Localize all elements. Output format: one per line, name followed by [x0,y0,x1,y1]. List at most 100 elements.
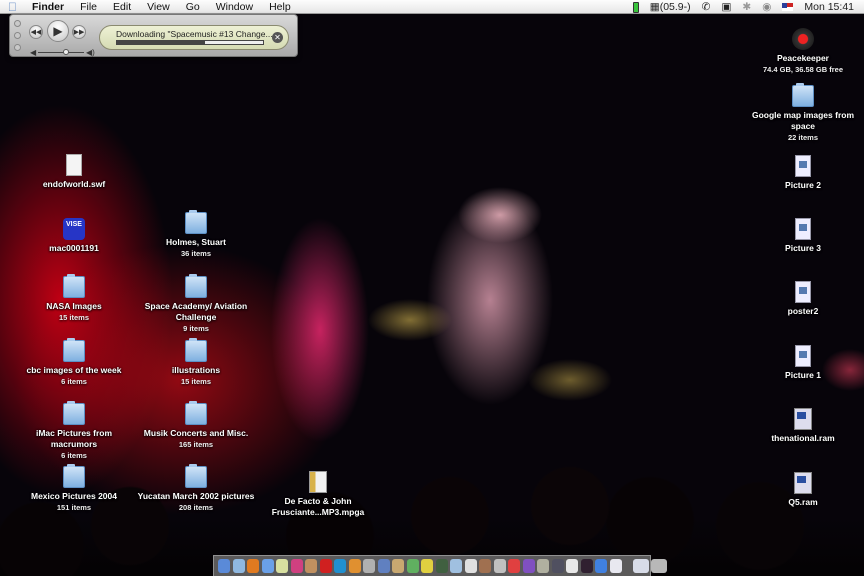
desktop-icon[interactable]: De Facto & John Frusciante...MP3.mpga [258,471,378,518]
photo-icon[interactable] [290,559,303,573]
mail-icon[interactable] [305,559,317,573]
desktop-icon[interactable]: NASA Images 15 items [14,274,134,323]
status-menu[interactable]: ▦(05.9-) [650,1,691,13]
icon-info: 165 items [178,440,214,449]
icon-info: 36 items [180,249,212,258]
app-blue-icon[interactable] [334,559,346,573]
icon-label: endofworld.swf [42,179,106,189]
desktop-icon[interactable]: poster2 [743,281,863,317]
phone-icon[interactable]: ✆ [702,1,711,13]
desktop-icon[interactable]: Picture 3 [743,218,863,254]
desktop-icon[interactable]: Space Academy/ Aviation Challenge 9 items [136,274,256,334]
app-white-icon[interactable] [464,559,477,573]
bluetooth-icon[interactable]: ✱ [742,1,751,13]
icon-label: Space Academy/ Aviation Challenge [144,301,248,322]
menu-window[interactable]: Window [208,0,261,14]
zoom-window-button[interactable] [14,44,21,51]
document-icon[interactable] [632,559,649,573]
app-red-icon[interactable] [319,559,332,573]
menu-app-finder[interactable]: Finder [24,0,72,14]
folder-icon [185,274,207,298]
itunes-mini-player[interactable]: ◀◀ ▶ ▶▶ ◀ ◀) Downloading "Spacemusic #13… [9,14,298,57]
icon-label: NASA Images [46,301,102,311]
play-button[interactable]: ▶ [47,20,69,42]
minimize-window-button[interactable] [14,32,21,39]
download-status: Downloading "Spacemusic #13 Change... [116,29,273,39]
app-silver-icon[interactable] [493,559,506,573]
app-list-icon[interactable] [609,559,622,573]
battery-icon[interactable] [632,1,639,13]
menu-view[interactable]: View [139,0,178,14]
desktop-icon[interactable]: Musik Concerts and Misc. 165 items [136,401,256,450]
icon-label: Peacekeeper [777,53,829,63]
realaudio-file-icon [794,472,812,494]
wifi-icon[interactable]: ◉ [762,1,771,13]
display-icon[interactable]: ▣ [721,1,731,13]
next-track-button[interactable]: ▶▶ [72,25,86,39]
safari-icon[interactable] [232,559,245,573]
folder-icon [792,83,814,107]
dvd-icon[interactable] [522,559,535,573]
desktop-icon[interactable]: Yucatan March 2002 pictures 208 items [136,464,256,513]
desktop-icon[interactable]: Peacekeeper 74.4 GB, 36.58 GB free [743,28,863,75]
desktop-icon[interactable]: Picture 1 [743,345,863,381]
icon-label: Holmes, Stuart [166,237,226,247]
menu-edit[interactable]: Edit [105,0,139,14]
app-orange-icon[interactable] [348,559,361,573]
menu-bar:  Finder File Edit View Go Window Help ▦… [0,0,864,14]
app-black-icon[interactable] [580,559,593,573]
icon-info: 22 items [787,133,819,142]
desktop-icon[interactable]: iMac Pictures from macrumors 6 items [14,401,134,461]
desktop-icon[interactable]: thenational.ram [743,408,863,444]
desktop-icon[interactable]: VISE mac0001191 [14,218,134,254]
finder-icon[interactable] [218,559,230,573]
desktop-icon[interactable]: cbc images of the week 6 items [14,338,134,387]
icon-label: Picture 2 [785,180,821,190]
app-grey-icon[interactable] [363,559,375,573]
folder-icon [63,274,85,298]
app-dark-icon[interactable] [435,559,448,573]
menu-go[interactable]: Go [178,0,208,14]
apple-menu-icon[interactable]:  [0,0,24,14]
ical-icon[interactable] [508,559,520,573]
menu-file[interactable]: File [72,0,105,14]
icon-info: 15 items [180,377,212,386]
desktop-icon[interactable]: Mexico Pictures 2004 151 items [14,464,134,513]
firefox-icon[interactable] [247,559,259,573]
app-tan-icon[interactable] [392,559,404,573]
desktop-icon[interactable]: Holmes, Stuart 36 items [136,210,256,259]
calculator-icon[interactable] [537,559,549,573]
volume-low-icon: ◀ [30,48,37,57]
app-yellow-icon[interactable] [421,559,433,573]
ipod-icon[interactable] [566,559,578,573]
icon-label: iMac Pictures from macrumors [35,428,113,449]
icon-info: 15 items [58,313,90,322]
utility-icon[interactable] [551,559,564,573]
desktop-icon[interactable]: Google map images from space 22 items [743,83,863,143]
menu-help[interactable]: Help [261,0,299,14]
icon-label: Musik Concerts and Misc. [143,428,249,438]
clock[interactable]: Mon 15:41 [804,1,854,13]
folder-icon [63,401,85,425]
monitor-icon[interactable] [450,559,462,573]
iphoto-icon[interactable] [479,559,491,573]
volume-knob[interactable] [63,49,69,55]
itunes-icon[interactable] [406,559,419,573]
audio-file-icon [309,471,327,493]
icon-label: Google map images from space [751,110,855,131]
desktop-icon[interactable]: Picture 2 [743,155,863,191]
desktop-icon[interactable]: Q5.ram [743,472,863,508]
document-icon [66,154,82,176]
cancel-download-button[interactable]: ✕ [272,32,283,43]
app-globe-icon[interactable] [595,559,607,573]
desktop-icon[interactable]: endofworld.swf [14,154,134,190]
desktop-icon[interactable]: illustrations 15 items [136,338,256,387]
previous-track-button[interactable]: ◀◀ [29,25,43,39]
volume-slider[interactable] [38,52,84,53]
preview-icon[interactable] [377,559,390,573]
textedit-icon[interactable] [276,559,288,573]
close-window-button[interactable] [14,20,21,27]
trash-icon[interactable] [651,559,667,573]
app-icon[interactable] [261,559,274,573]
input-flag-icon[interactable] [782,3,794,11]
